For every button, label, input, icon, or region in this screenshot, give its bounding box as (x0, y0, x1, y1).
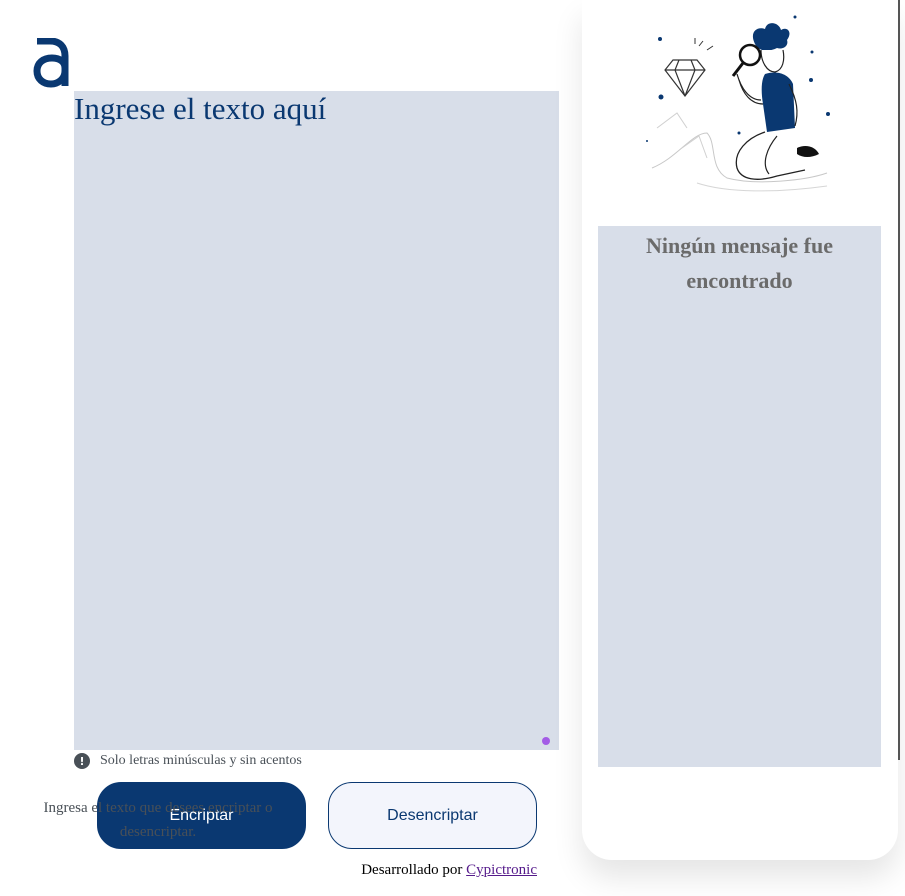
output-title: Ningún mensaje fue encontrado (645, 233, 833, 293)
alura-logo-icon (33, 38, 69, 88)
textarea-resize-handle[interactable] (542, 737, 550, 745)
author-link[interactable]: Cypictronic (466, 862, 537, 878)
decrypt-button[interactable]: Desencriptar (328, 782, 537, 849)
input-hint: ! Solo letras minúsculas y sin acentos (74, 751, 302, 771)
footer-credit: Desarrollado por Cypictronic (361, 862, 537, 879)
footer-prefix: Desarrollado por (361, 862, 463, 878)
output-card: Ningún mensaje fue encontrado (582, 0, 900, 860)
encryptor-page: ! Solo letras minúsculas y sin acentos E… (0, 0, 905, 896)
output-panel: Ningún mensaje fue encontrado (598, 226, 881, 767)
boy-with-magnifying-glass-illustration (646, 15, 830, 192)
hint-text: Solo letras minúsculas y sin acentos (100, 753, 302, 768)
exclamation-circle-icon: ! (74, 753, 90, 769)
text-input[interactable] (74, 91, 559, 750)
output-instructions: Ingresa el texto que desees encriptar o … (43, 800, 273, 840)
